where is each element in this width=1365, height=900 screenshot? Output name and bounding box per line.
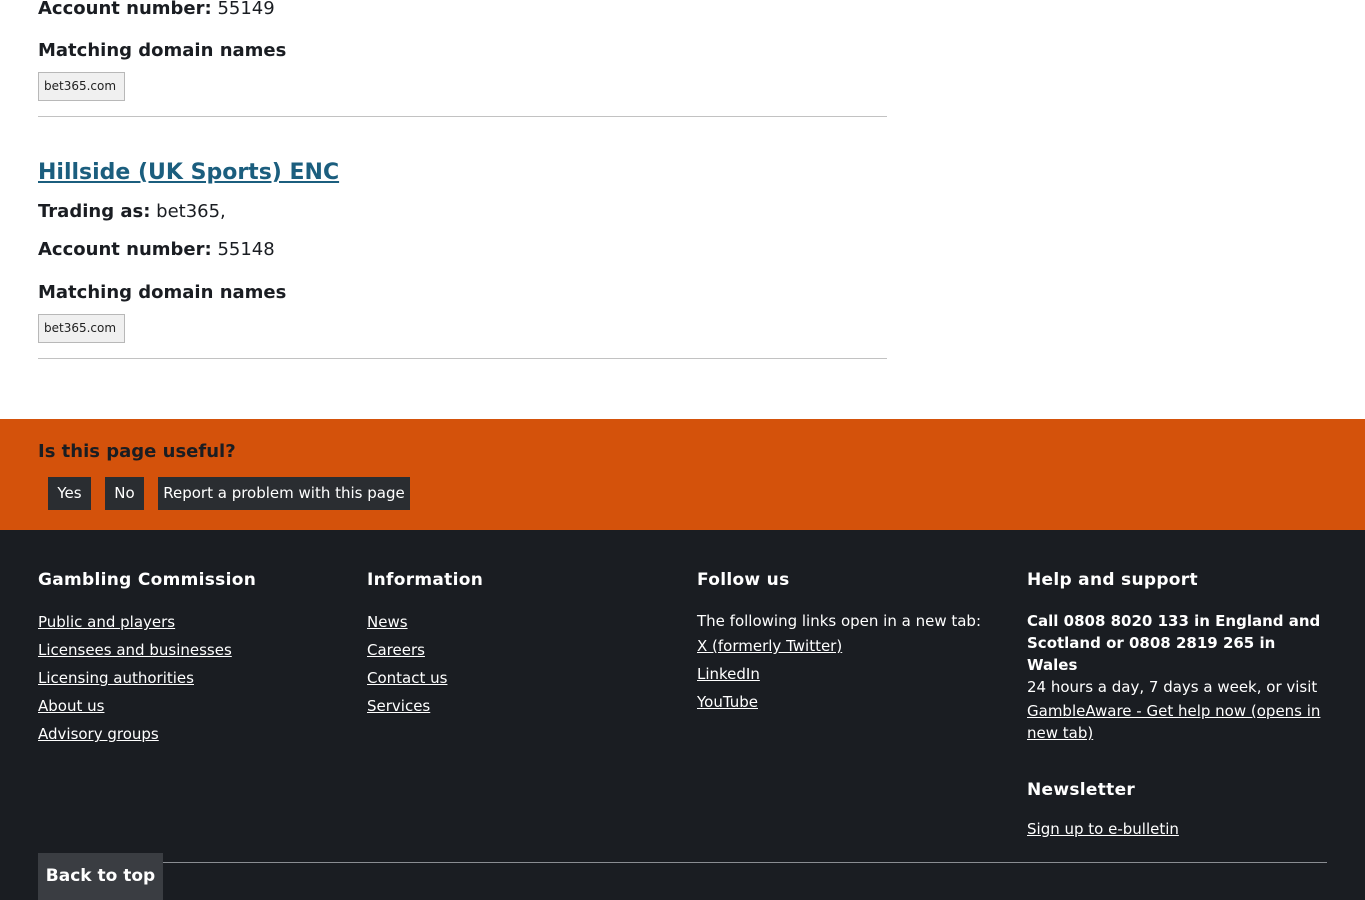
helpline-hours: 24 hours a day, 7 days a week, or visit — [1027, 678, 1318, 696]
footer-link-services[interactable]: Services — [367, 697, 430, 715]
footer-link-x-twitter[interactable]: X (formerly Twitter) — [697, 637, 842, 655]
footer-link-careers[interactable]: Careers — [367, 641, 425, 659]
footer-heading: Information — [367, 570, 484, 590]
matching-domains-heading: Matching domain names — [38, 282, 287, 303]
gambleaware-link[interactable]: GambleAware - Get help now (opens in new… — [1027, 702, 1320, 742]
footer-link-public-and-players[interactable]: Public and players — [38, 613, 175, 631]
footer-link-about-us[interactable]: About us — [38, 697, 104, 715]
footer-link-contact-us[interactable]: Contact us — [367, 669, 447, 687]
newsletter-signup-link[interactable]: Sign up to e-bulletin — [1027, 820, 1179, 838]
footer-link-licensees[interactable]: Licensees and businesses — [38, 641, 232, 659]
footer-heading: Gambling Commission — [38, 570, 257, 590]
yes-button[interactable]: Yes — [48, 477, 91, 510]
follow-us-intro: The following links open in a new tab: — [697, 612, 982, 630]
footer-link-linkedin[interactable]: LinkedIn — [697, 665, 760, 683]
matching-domains-heading: Matching domain names — [38, 40, 287, 61]
domain-tag: bet365.com — [38, 314, 125, 343]
footer-link-advisory-groups[interactable]: Advisory groups — [38, 725, 159, 743]
entry-title-link[interactable]: Hillside (UK Sports) ENC — [38, 159, 339, 187]
footer-col-gambling-commission: Gambling Commission Public and players L… — [38, 568, 338, 752]
footer-heading: Help and support — [1027, 570, 1198, 590]
domain-tag: bet365.com — [38, 72, 125, 101]
footer-link-news[interactable]: News — [367, 613, 408, 631]
account-number-line: Account number: 55148 — [38, 239, 275, 260]
footer-link-youtube[interactable]: YouTube — [697, 693, 758, 711]
footer-heading: Follow us — [697, 570, 790, 590]
footer-col-help-and-support: Help and support Call 0808 8020 133 in E… — [1027, 568, 1327, 840]
entry-divider — [38, 358, 887, 359]
search-results: Account number: 55149 Matching domain na… — [0, 0, 1365, 419]
helpline-text: Call 0808 8020 133 in England and Scotla… — [1027, 612, 1321, 674]
trading-as-line: Trading as: bet365, — [38, 201, 226, 222]
footer-divider — [38, 862, 1327, 863]
newsletter-heading: Newsletter — [1027, 780, 1136, 800]
no-button[interactable]: No — [105, 477, 144, 510]
account-number-line: Account number: 55149 — [38, 0, 275, 19]
site-footer: Gambling Commission Public and players L… — [0, 530, 1365, 900]
report-problem-button[interactable]: Report a problem with this page — [158, 477, 410, 510]
feedback-banner: Is this page useful? Yes No Report a pro… — [0, 419, 1365, 530]
footer-col-information: Information News Careers Contact us Serv… — [367, 568, 667, 724]
footer-link-licensing-authorities[interactable]: Licensing authorities — [38, 669, 194, 687]
entry-divider — [38, 116, 887, 117]
back-to-top-button[interactable]: Back to top — [38, 853, 163, 900]
footer-col-follow-us: Follow us The following links open in a … — [697, 568, 997, 720]
feedback-question: Is this page useful? — [38, 441, 236, 462]
